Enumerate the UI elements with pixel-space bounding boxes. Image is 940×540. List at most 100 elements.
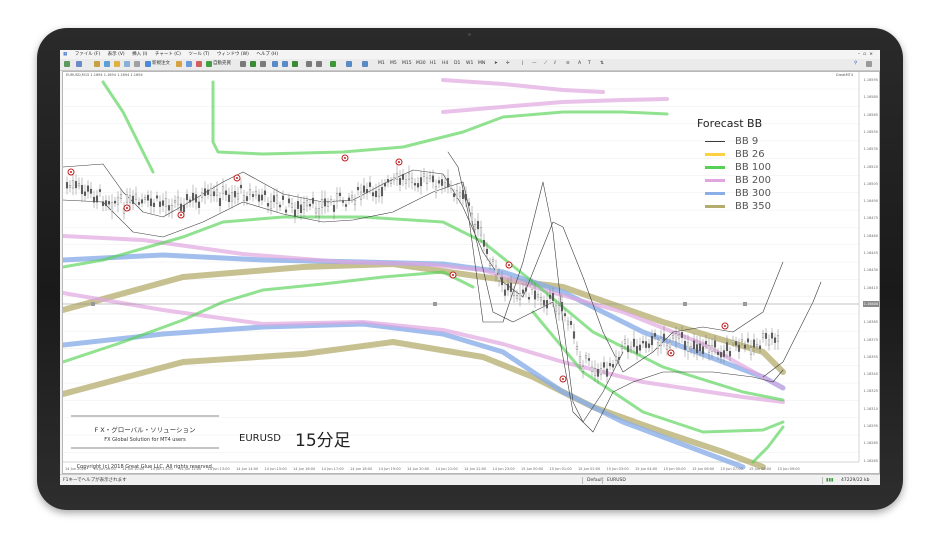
candle-body xyxy=(164,198,168,207)
line-chart-icon[interactable] xyxy=(260,61,266,67)
tf-m15[interactable]: M15 xyxy=(402,60,412,68)
tf-h1[interactable]: H1 xyxy=(430,60,436,68)
legend-item-bb26: BB 26 xyxy=(697,148,817,161)
candle-body xyxy=(620,346,624,349)
tf-m5[interactable]: M5 xyxy=(390,60,397,68)
menu-view[interactable]: 表示 (V) xyxy=(105,50,128,59)
menu-file[interactable]: ファイル (F) xyxy=(72,50,104,59)
menu-chart[interactable]: チャート (C) xyxy=(152,50,184,59)
candlestick-icon[interactable] xyxy=(250,61,256,67)
tf-mn[interactable]: MN xyxy=(478,60,485,68)
candle-body xyxy=(278,204,282,208)
candle-body xyxy=(629,346,633,350)
menu-insert[interactable]: 挿入 (I) xyxy=(129,50,150,59)
periods-icon[interactable] xyxy=(346,61,352,67)
profiles-icon[interactable] xyxy=(76,61,82,67)
candle-body xyxy=(218,198,222,207)
legend-item-bb9: BB 9 xyxy=(697,135,817,148)
search-icon[interactable]: ⚲ xyxy=(854,60,857,68)
tester-icon[interactable] xyxy=(134,61,140,67)
candle-body xyxy=(725,342,729,352)
candle-body xyxy=(746,338,750,343)
candle-body xyxy=(554,305,558,312)
candle-body xyxy=(536,294,540,298)
candle-body xyxy=(689,346,693,349)
candle-body xyxy=(485,248,489,255)
channel-icon[interactable]: ⫽ xyxy=(554,60,556,68)
navigator-icon[interactable] xyxy=(114,61,120,67)
history-icon[interactable] xyxy=(186,61,192,67)
metaeditor-icon[interactable] xyxy=(176,61,182,67)
candle-body xyxy=(731,340,735,343)
candle-body xyxy=(152,202,156,208)
candle-body xyxy=(185,194,189,201)
bb200-upper-far-2 xyxy=(441,78,605,94)
price-chart[interactable]: EURUSD,M15 1.1694 1.1694 1.1694 1.1694 G… xyxy=(62,71,880,474)
candle-body xyxy=(635,345,639,354)
candle-body xyxy=(575,345,579,350)
candle-body xyxy=(413,183,417,186)
candle-body xyxy=(701,346,705,354)
zoom-in-icon[interactable] xyxy=(272,61,278,67)
legend-label-bb200: BB 200 xyxy=(735,175,771,186)
crosshair-icon[interactable]: ✛ xyxy=(506,60,510,68)
candle-body xyxy=(752,339,756,348)
tf-m30[interactable]: M30 xyxy=(416,60,426,68)
candle-body xyxy=(302,202,306,210)
candle-body xyxy=(458,192,462,197)
label-icon[interactable]: T xyxy=(588,60,591,68)
candle-body xyxy=(176,196,180,205)
terminal-icon[interactable] xyxy=(124,61,130,67)
auto-trading-button[interactable]: 自動売買 xyxy=(213,60,231,68)
autoscroll-icon[interactable] xyxy=(316,61,322,67)
options-icon[interactable] xyxy=(196,61,202,67)
time-tick-label: 14 Jun 20:00 xyxy=(407,467,430,471)
fibonacci-icon[interactable]: ≡ xyxy=(566,60,570,68)
time-tick-label: 14 Jun 14:00 xyxy=(236,467,259,471)
market-watch-icon[interactable] xyxy=(94,61,100,67)
candle-body xyxy=(329,199,333,203)
candle-body xyxy=(167,205,171,211)
text-icon[interactable]: A xyxy=(578,60,581,68)
horizontal-line-icon[interactable]: — xyxy=(532,60,537,68)
community-icon[interactable] xyxy=(866,61,872,67)
candle-body xyxy=(254,191,258,196)
vertical-line-icon[interactable]: | xyxy=(522,60,524,68)
new-order-button[interactable]: 新規注文 xyxy=(152,60,170,68)
legend-item-bb100: BB 100 xyxy=(697,161,817,174)
candle-body xyxy=(128,195,132,203)
candle-body xyxy=(212,191,216,197)
candle-body xyxy=(224,190,228,196)
tf-w1[interactable]: W1 xyxy=(466,60,473,68)
new-chart-icon[interactable] xyxy=(64,61,70,67)
candle-body xyxy=(599,368,603,375)
menu-help[interactable]: ヘルプ (H) xyxy=(253,50,281,59)
candle-body xyxy=(383,183,387,187)
templates-icon[interactable] xyxy=(362,61,368,67)
time-tick-label: 15 Jun 04:00 xyxy=(635,467,658,471)
menu-tools[interactable]: ツール (T) xyxy=(185,50,212,59)
candle-body xyxy=(641,340,645,344)
arrows-icon[interactable]: ⇅ xyxy=(600,60,604,68)
new-order-icon[interactable] xyxy=(145,61,151,67)
data-window-icon[interactable] xyxy=(104,61,110,67)
menu-window[interactable]: ウィンドウ (W) xyxy=(214,50,252,59)
close-icon[interactable]: × xyxy=(869,52,876,57)
candle-body xyxy=(740,339,744,342)
price-tick-label: 1.16340 xyxy=(863,372,878,377)
trendline-icon[interactable]: ⟋ xyxy=(544,60,547,68)
cursor-icon[interactable]: ➤ xyxy=(494,60,498,68)
signal-marker-dot xyxy=(344,157,346,159)
tile-windows-icon[interactable] xyxy=(292,61,298,67)
tf-h4[interactable]: H4 xyxy=(442,60,448,68)
chart-shift-icon[interactable] xyxy=(306,61,312,67)
zoom-out-icon[interactable] xyxy=(282,61,288,67)
tf-d1[interactable]: D1 xyxy=(454,60,460,68)
tf-m1[interactable]: M1 xyxy=(378,60,385,68)
indicators-icon[interactable] xyxy=(330,61,336,67)
candle-body xyxy=(605,368,609,377)
bar-chart-icon[interactable] xyxy=(240,61,246,67)
candle-body xyxy=(317,208,321,217)
auto-trading-icon[interactable] xyxy=(206,61,212,67)
candle-body xyxy=(680,332,684,338)
